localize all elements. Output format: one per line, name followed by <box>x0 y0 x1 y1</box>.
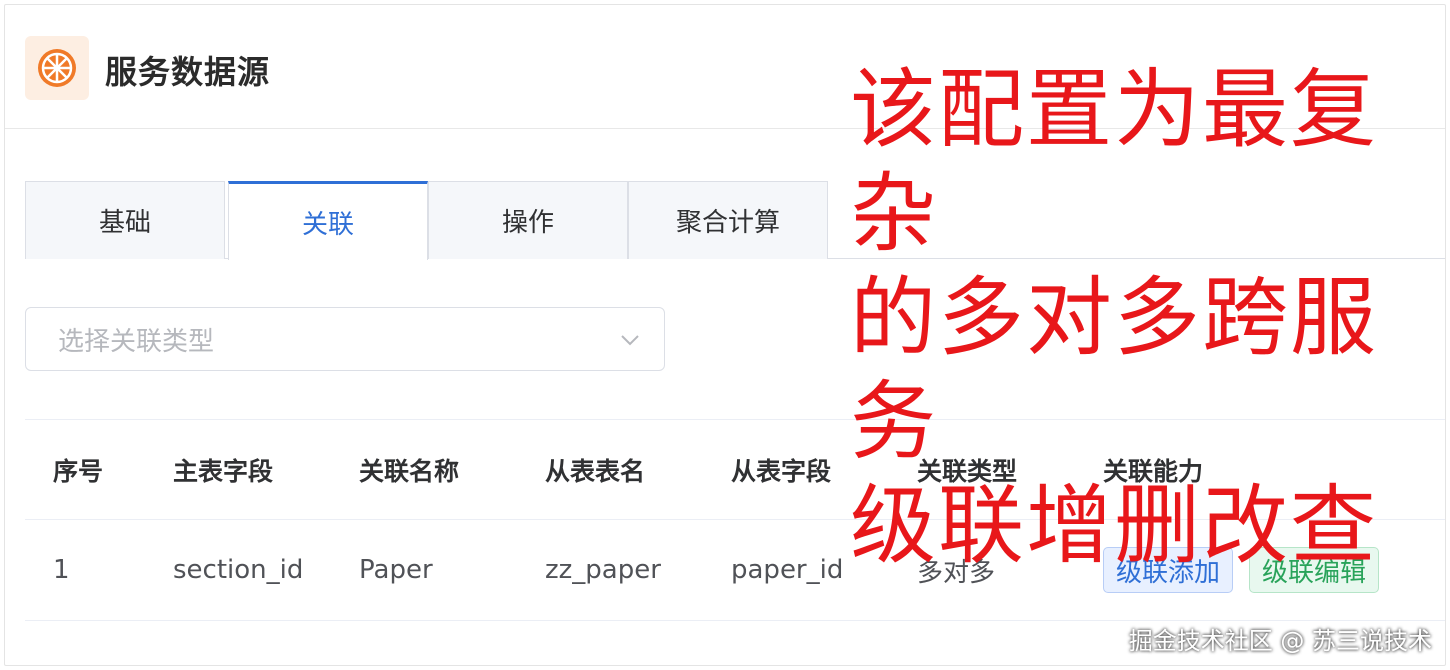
orange-wheel-icon <box>38 49 76 87</box>
select-placeholder: 选择关联类型 <box>58 326 215 357</box>
chevron-down-icon <box>621 335 639 346</box>
column-header: 从表表名 <box>545 456 646 486</box>
column-header: 关联名称 <box>359 456 460 486</box>
tab-relation[interactable]: 关联 <box>228 181 428 260</box>
page-title: 服务数据源 <box>105 53 271 91</box>
annotation-line: 该配置为最复杂 <box>850 60 1378 264</box>
cell-index: 1 <box>53 555 70 585</box>
relation-type-select[interactable]: 选择关联类型 <box>25 307 665 371</box>
annotation-overlay: 该配置为最复杂 的多对多跨服务 级联增删改查 <box>850 58 1440 578</box>
cell-main-field: section_id <box>173 555 304 585</box>
app-logo <box>25 36 89 100</box>
annotation-line: 级联增删改查 <box>850 476 1378 576</box>
watermark: 掘金技术社区 @ 苏三说技术 <box>1128 627 1432 655</box>
tab-operation[interactable]: 操作 <box>428 181 628 259</box>
cell-sub-field: paper_id <box>731 555 844 585</box>
cell-sub-table: zz_paper <box>545 555 661 585</box>
column-header: 从表字段 <box>731 456 832 486</box>
annotation-line: 的多对多跨服务 <box>850 268 1378 472</box>
column-header: 序号 <box>53 456 104 486</box>
tab-aggregate[interactable]: 聚合计算 <box>628 181 828 259</box>
tab-basic[interactable]: 基础 <box>25 181 225 259</box>
cell-relation-name: Paper <box>359 555 433 585</box>
column-header: 主表字段 <box>173 456 274 486</box>
